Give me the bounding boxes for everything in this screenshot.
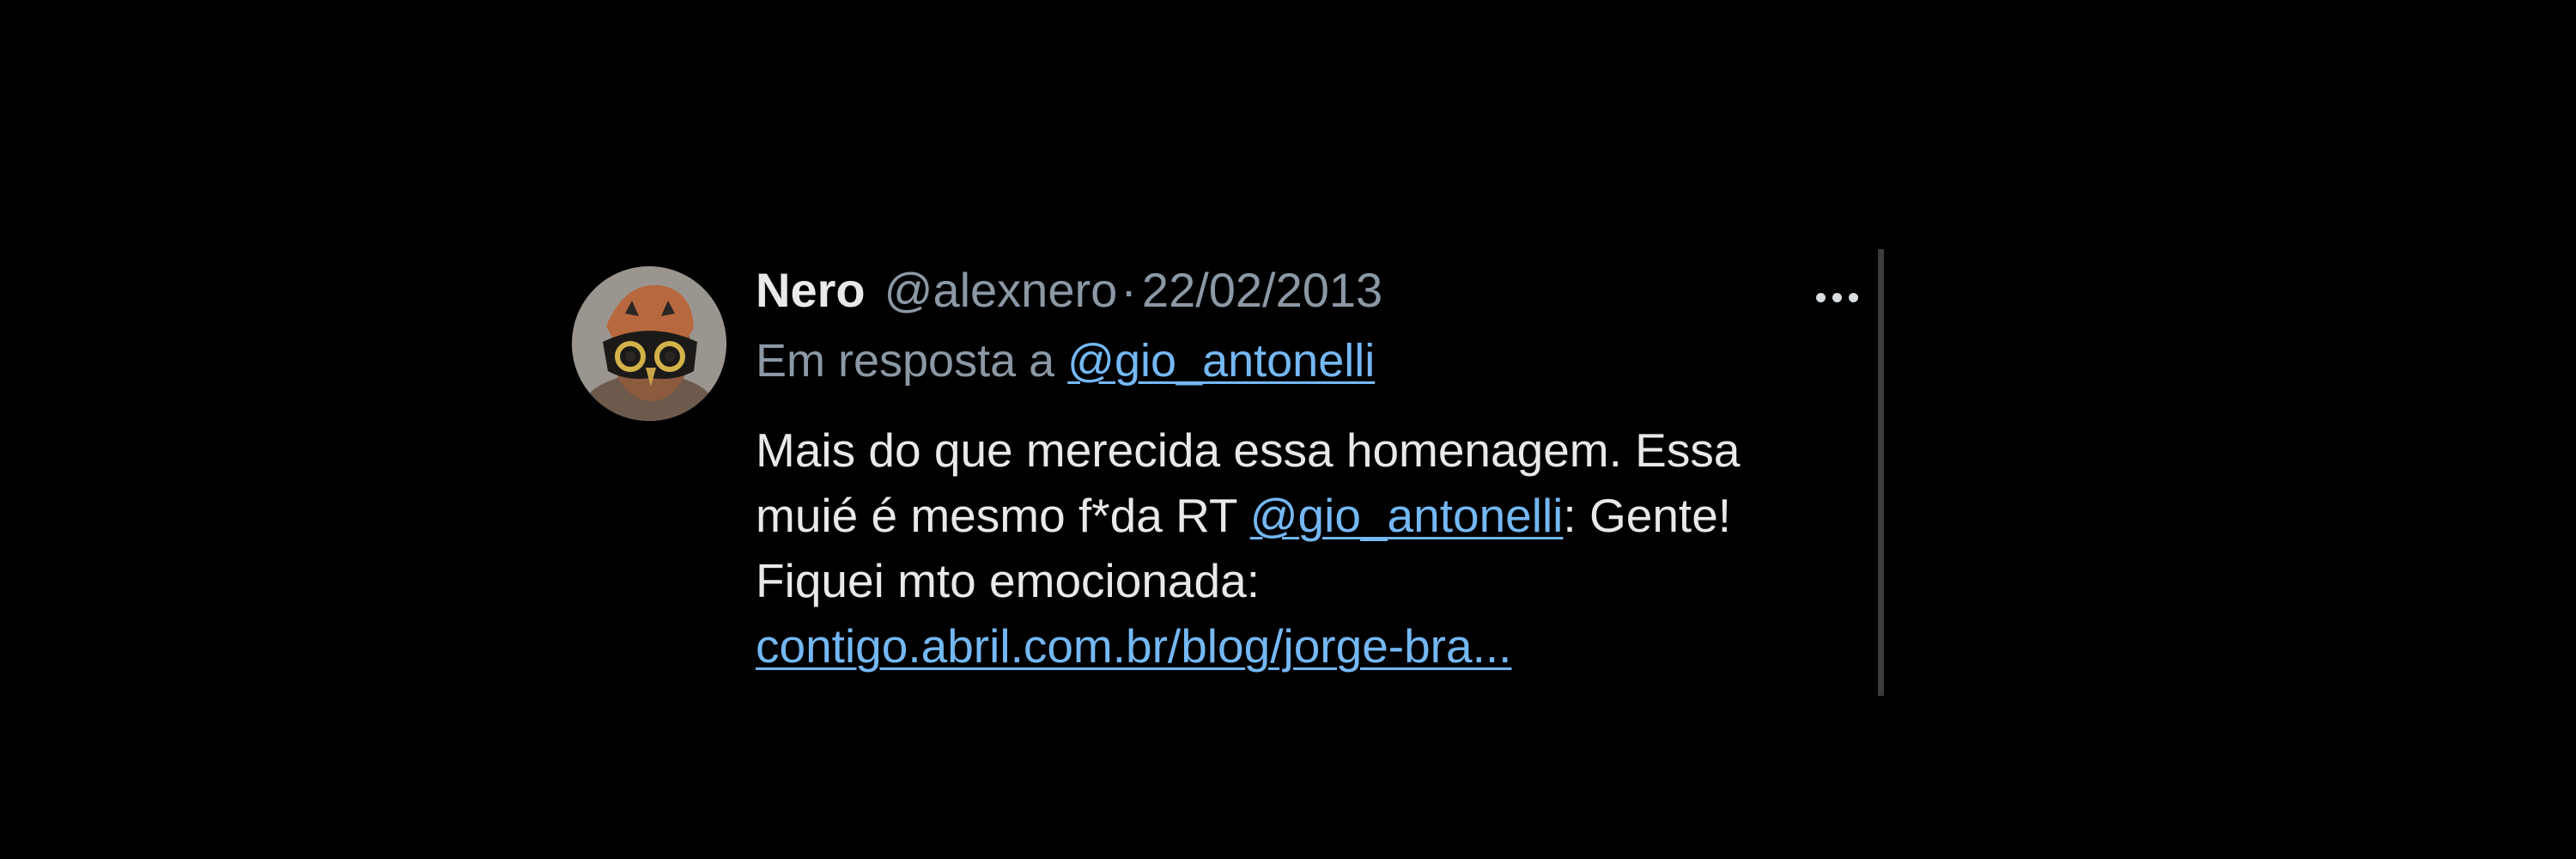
- tweet-text-line: Mais do que merecida essa homenagem. Ess…: [756, 423, 1741, 477]
- user-handle[interactable]: @alexnero: [884, 259, 1118, 321]
- url-link[interactable]: contigo.abril.com.br/blog/jorge-bra...: [756, 619, 1511, 673]
- dot: [1815, 292, 1826, 302]
- tweet-date[interactable]: 22/02/2013: [1142, 259, 1382, 321]
- tweet-text-line: Fiquei mto emocionada:: [756, 554, 1260, 607]
- dot: [1848, 292, 1858, 302]
- avatar[interactable]: [572, 266, 726, 421]
- dot: [1832, 292, 1842, 302]
- tweet-card[interactable]: Nero @alexnero · 22/02/2013 Em resposta …: [572, 249, 1884, 704]
- display-name[interactable]: Nero: [756, 259, 866, 321]
- mention-link[interactable]: @gio_antonelli: [1250, 489, 1564, 542]
- vertical-divider: [1878, 249, 1884, 696]
- more-horizontal-icon[interactable]: [1807, 271, 1867, 323]
- reply-context: Em resposta a @gio_antonelli: [756, 330, 1375, 392]
- tweet-text-segment: : Gente!: [1563, 489, 1732, 542]
- tweet-text-line: muié é mesmo f*da RT @gio_antonelli: Gen…: [756, 483, 1838, 548]
- tweet-text-segment: muié é mesmo f*da RT: [756, 489, 1250, 542]
- reply-prefix: Em resposta a: [756, 335, 1055, 387]
- separator: ·: [1121, 263, 1137, 317]
- page: Nero @alexnero · 22/02/2013 Em resposta …: [0, 0, 2576, 859]
- masked-face-avatar-icon: [572, 266, 726, 421]
- tweet-header: Nero @alexnero · 22/02/2013: [756, 259, 1382, 321]
- reply-mention-link[interactable]: @gio_antonelli: [1067, 335, 1375, 387]
- tweet-text: Mais do que merecida essa homenagem. Ess…: [756, 417, 1838, 679]
- tweet-text-line: contigo.abril.com.br/blog/jorge-bra...: [756, 613, 1838, 679]
